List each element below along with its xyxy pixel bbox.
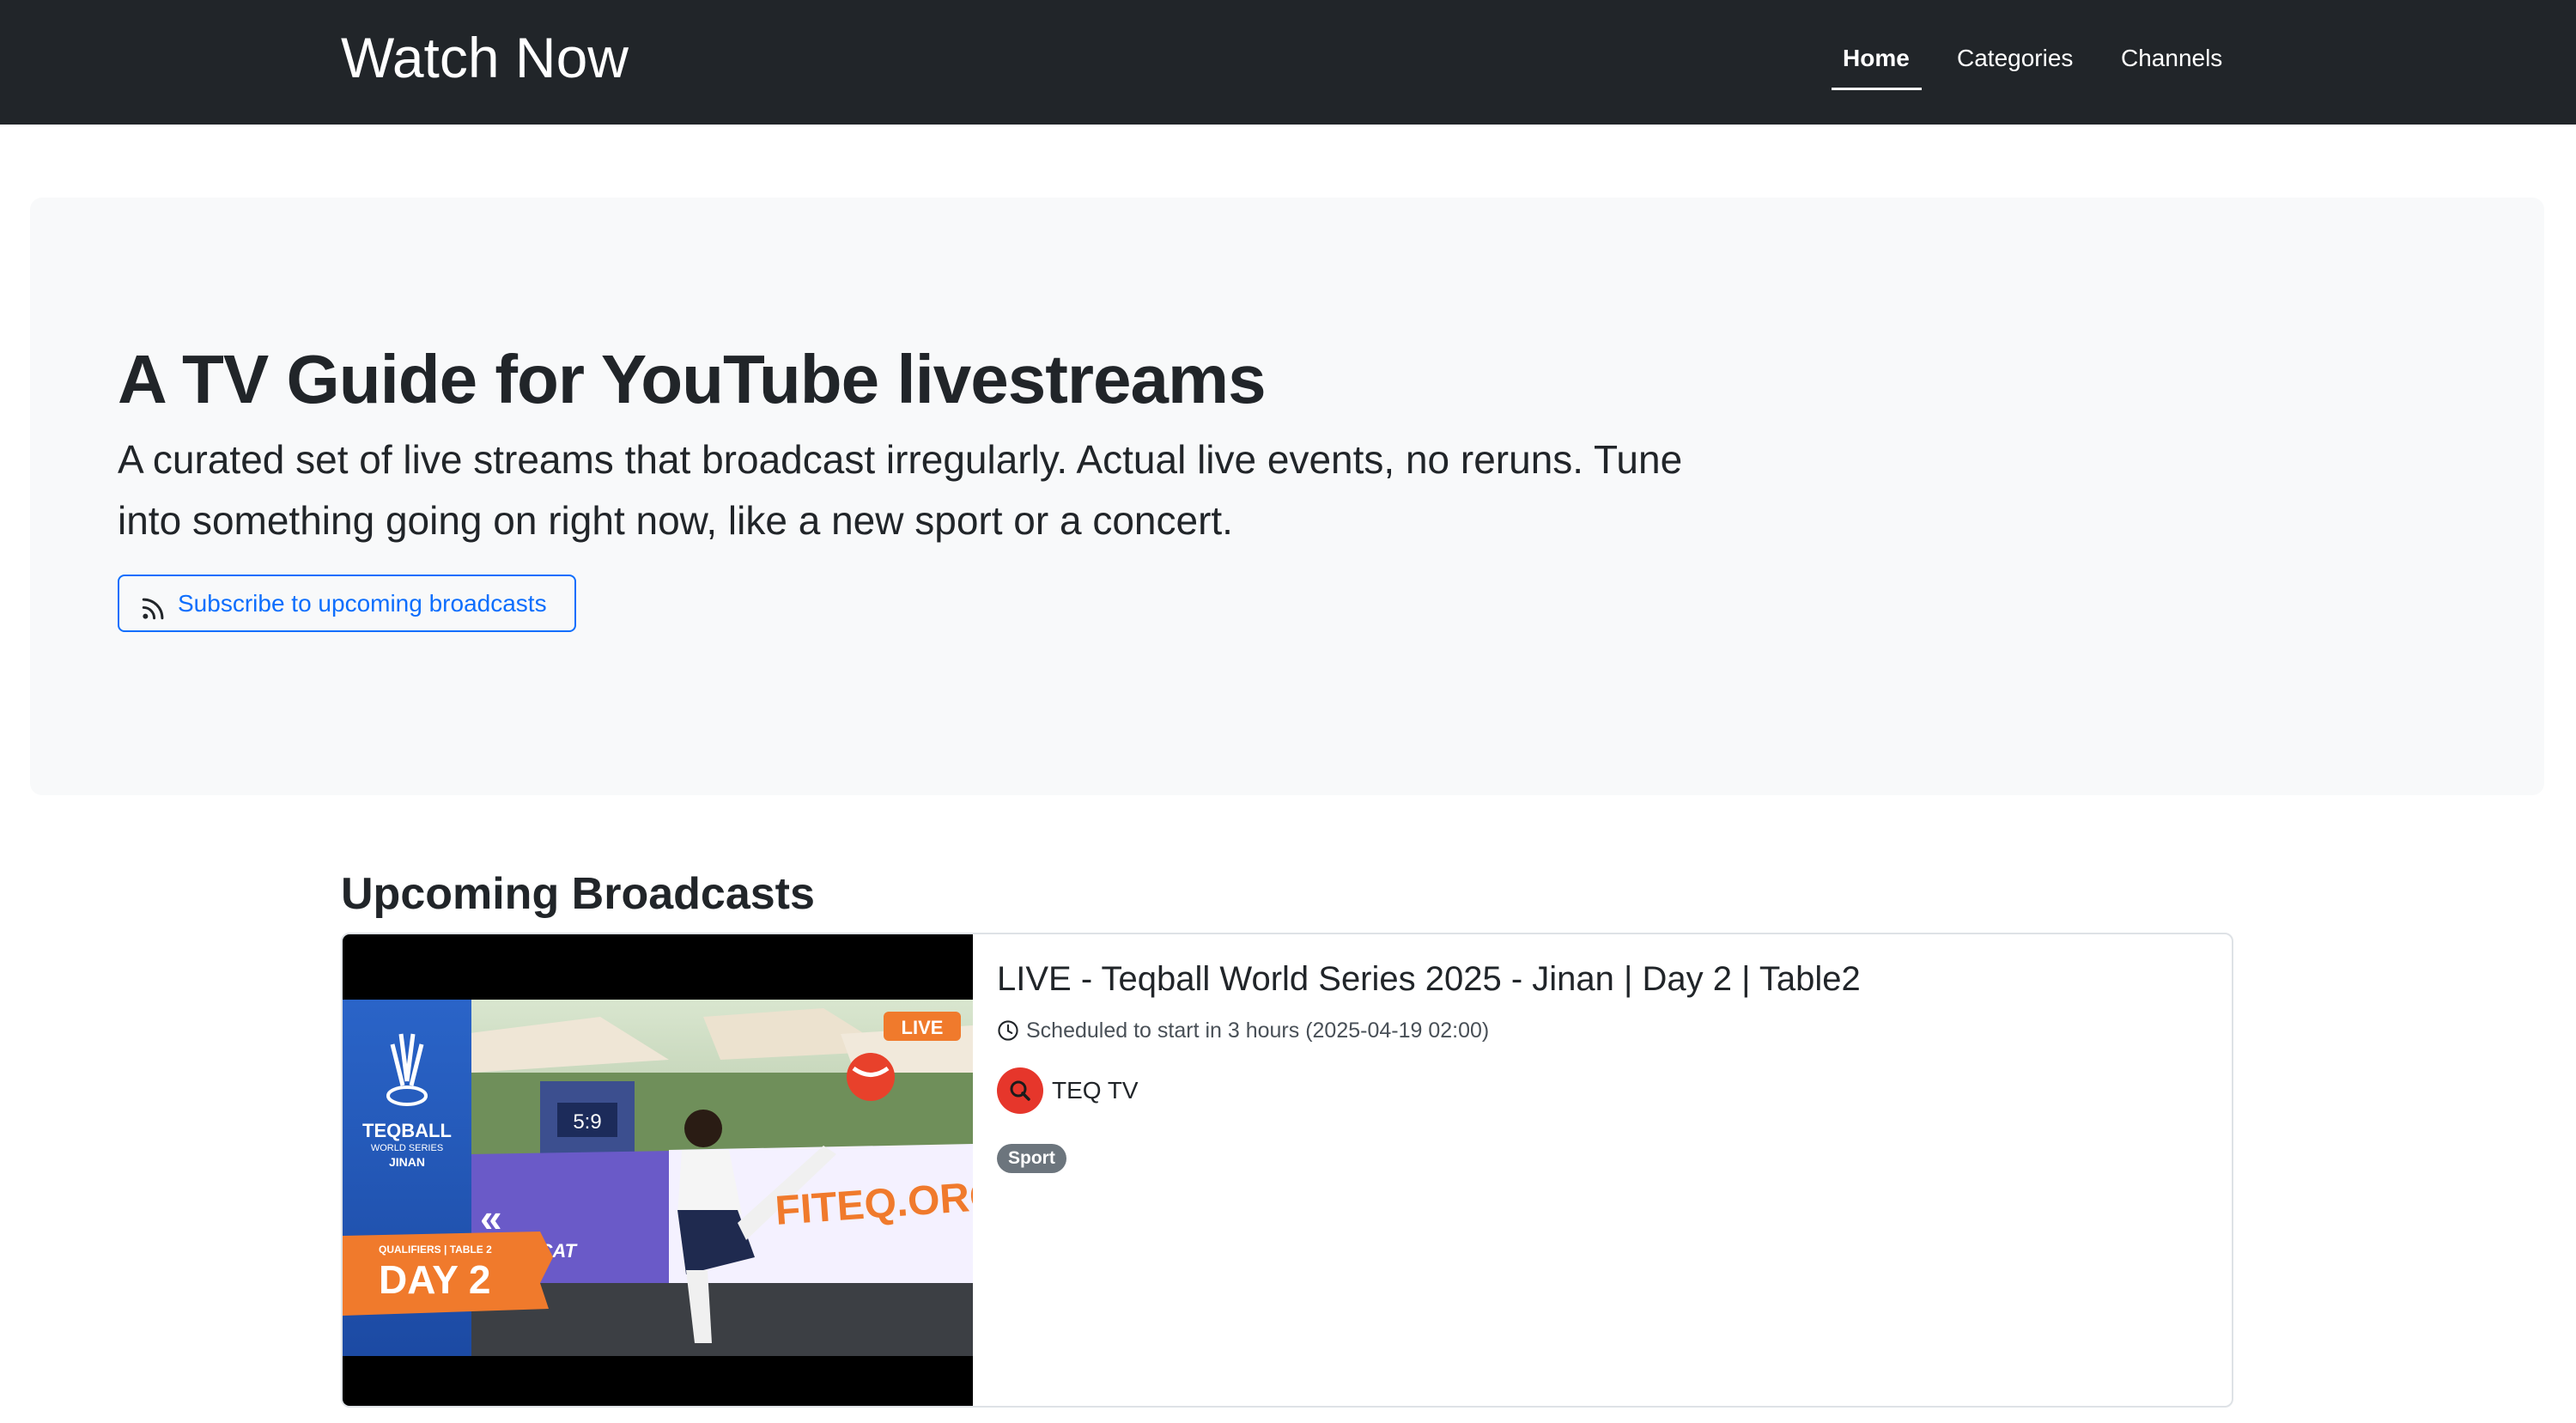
top-navbar: Watch Now Home Categories Channels bbox=[0, 0, 2576, 125]
clock-icon bbox=[998, 1020, 1018, 1041]
channel-link[interactable]: TEQ TV bbox=[997, 1067, 1139, 1114]
rss-icon bbox=[142, 598, 164, 619]
nav-active-indicator bbox=[1832, 88, 1922, 90]
thumbnail-qualifier: QUALIFIERS | TABLE 2 bbox=[379, 1244, 492, 1256]
thumbnail-image: TEQBALL WORLD SERIES JINAN 5:9 « CYNDICA… bbox=[343, 1000, 973, 1356]
teq-logo-icon bbox=[1010, 1080, 1030, 1101]
thumbnail-day: DAY 2 bbox=[379, 1257, 490, 1302]
subscribe-button[interactable]: Subscribe to upcoming broadcasts bbox=[118, 575, 576, 632]
broadcast-thumbnail[interactable]: TEQBALL WORLD SERIES JINAN 5:9 « CYNDICA… bbox=[343, 934, 973, 1406]
nav-home[interactable]: Home bbox=[1843, 41, 1910, 76]
hero-lead: A curated set of live streams that broad… bbox=[118, 437, 1683, 543]
schedule-text: Scheduled to start in 3 hours (2025-04-1… bbox=[1026, 1019, 1490, 1043]
hero-title: A TV Guide for YouTube livestreams bbox=[118, 341, 1267, 417]
broadcast-title[interactable]: LIVE - Teqball World Series 2025 - Jinan… bbox=[997, 955, 1861, 1003]
broadcast-schedule: Scheduled to start in 3 hours (2025-04-1… bbox=[997, 1015, 1489, 1046]
thumbnail-live-tag: LIVE bbox=[902, 1017, 944, 1038]
thumbnail-score: 5:9 bbox=[573, 1110, 601, 1134]
brand-logo[interactable]: Watch Now bbox=[341, 21, 629, 94]
category-badge[interactable]: Sport bbox=[997, 1144, 1066, 1173]
nav-categories[interactable]: Categories bbox=[1957, 41, 2073, 76]
channel-name: TEQ TV bbox=[1052, 1077, 1139, 1104]
subscribe-label: Subscribe to upcoming broadcasts bbox=[178, 589, 547, 617]
thumbnail-city: JINAN bbox=[389, 1155, 425, 1169]
broadcast-card: TEQBALL WORLD SERIES JINAN 5:9 « CYNDICA… bbox=[341, 933, 2233, 1408]
nav-channels[interactable]: Channels bbox=[2121, 41, 2222, 76]
channel-avatar bbox=[997, 1067, 1043, 1114]
thumbnail-logo-text: TEQBALL bbox=[362, 1120, 452, 1141]
section-title-upcoming: Upcoming Broadcasts bbox=[341, 869, 815, 919]
thumbnail-logo-sub: WORLD SERIES bbox=[371, 1143, 443, 1153]
